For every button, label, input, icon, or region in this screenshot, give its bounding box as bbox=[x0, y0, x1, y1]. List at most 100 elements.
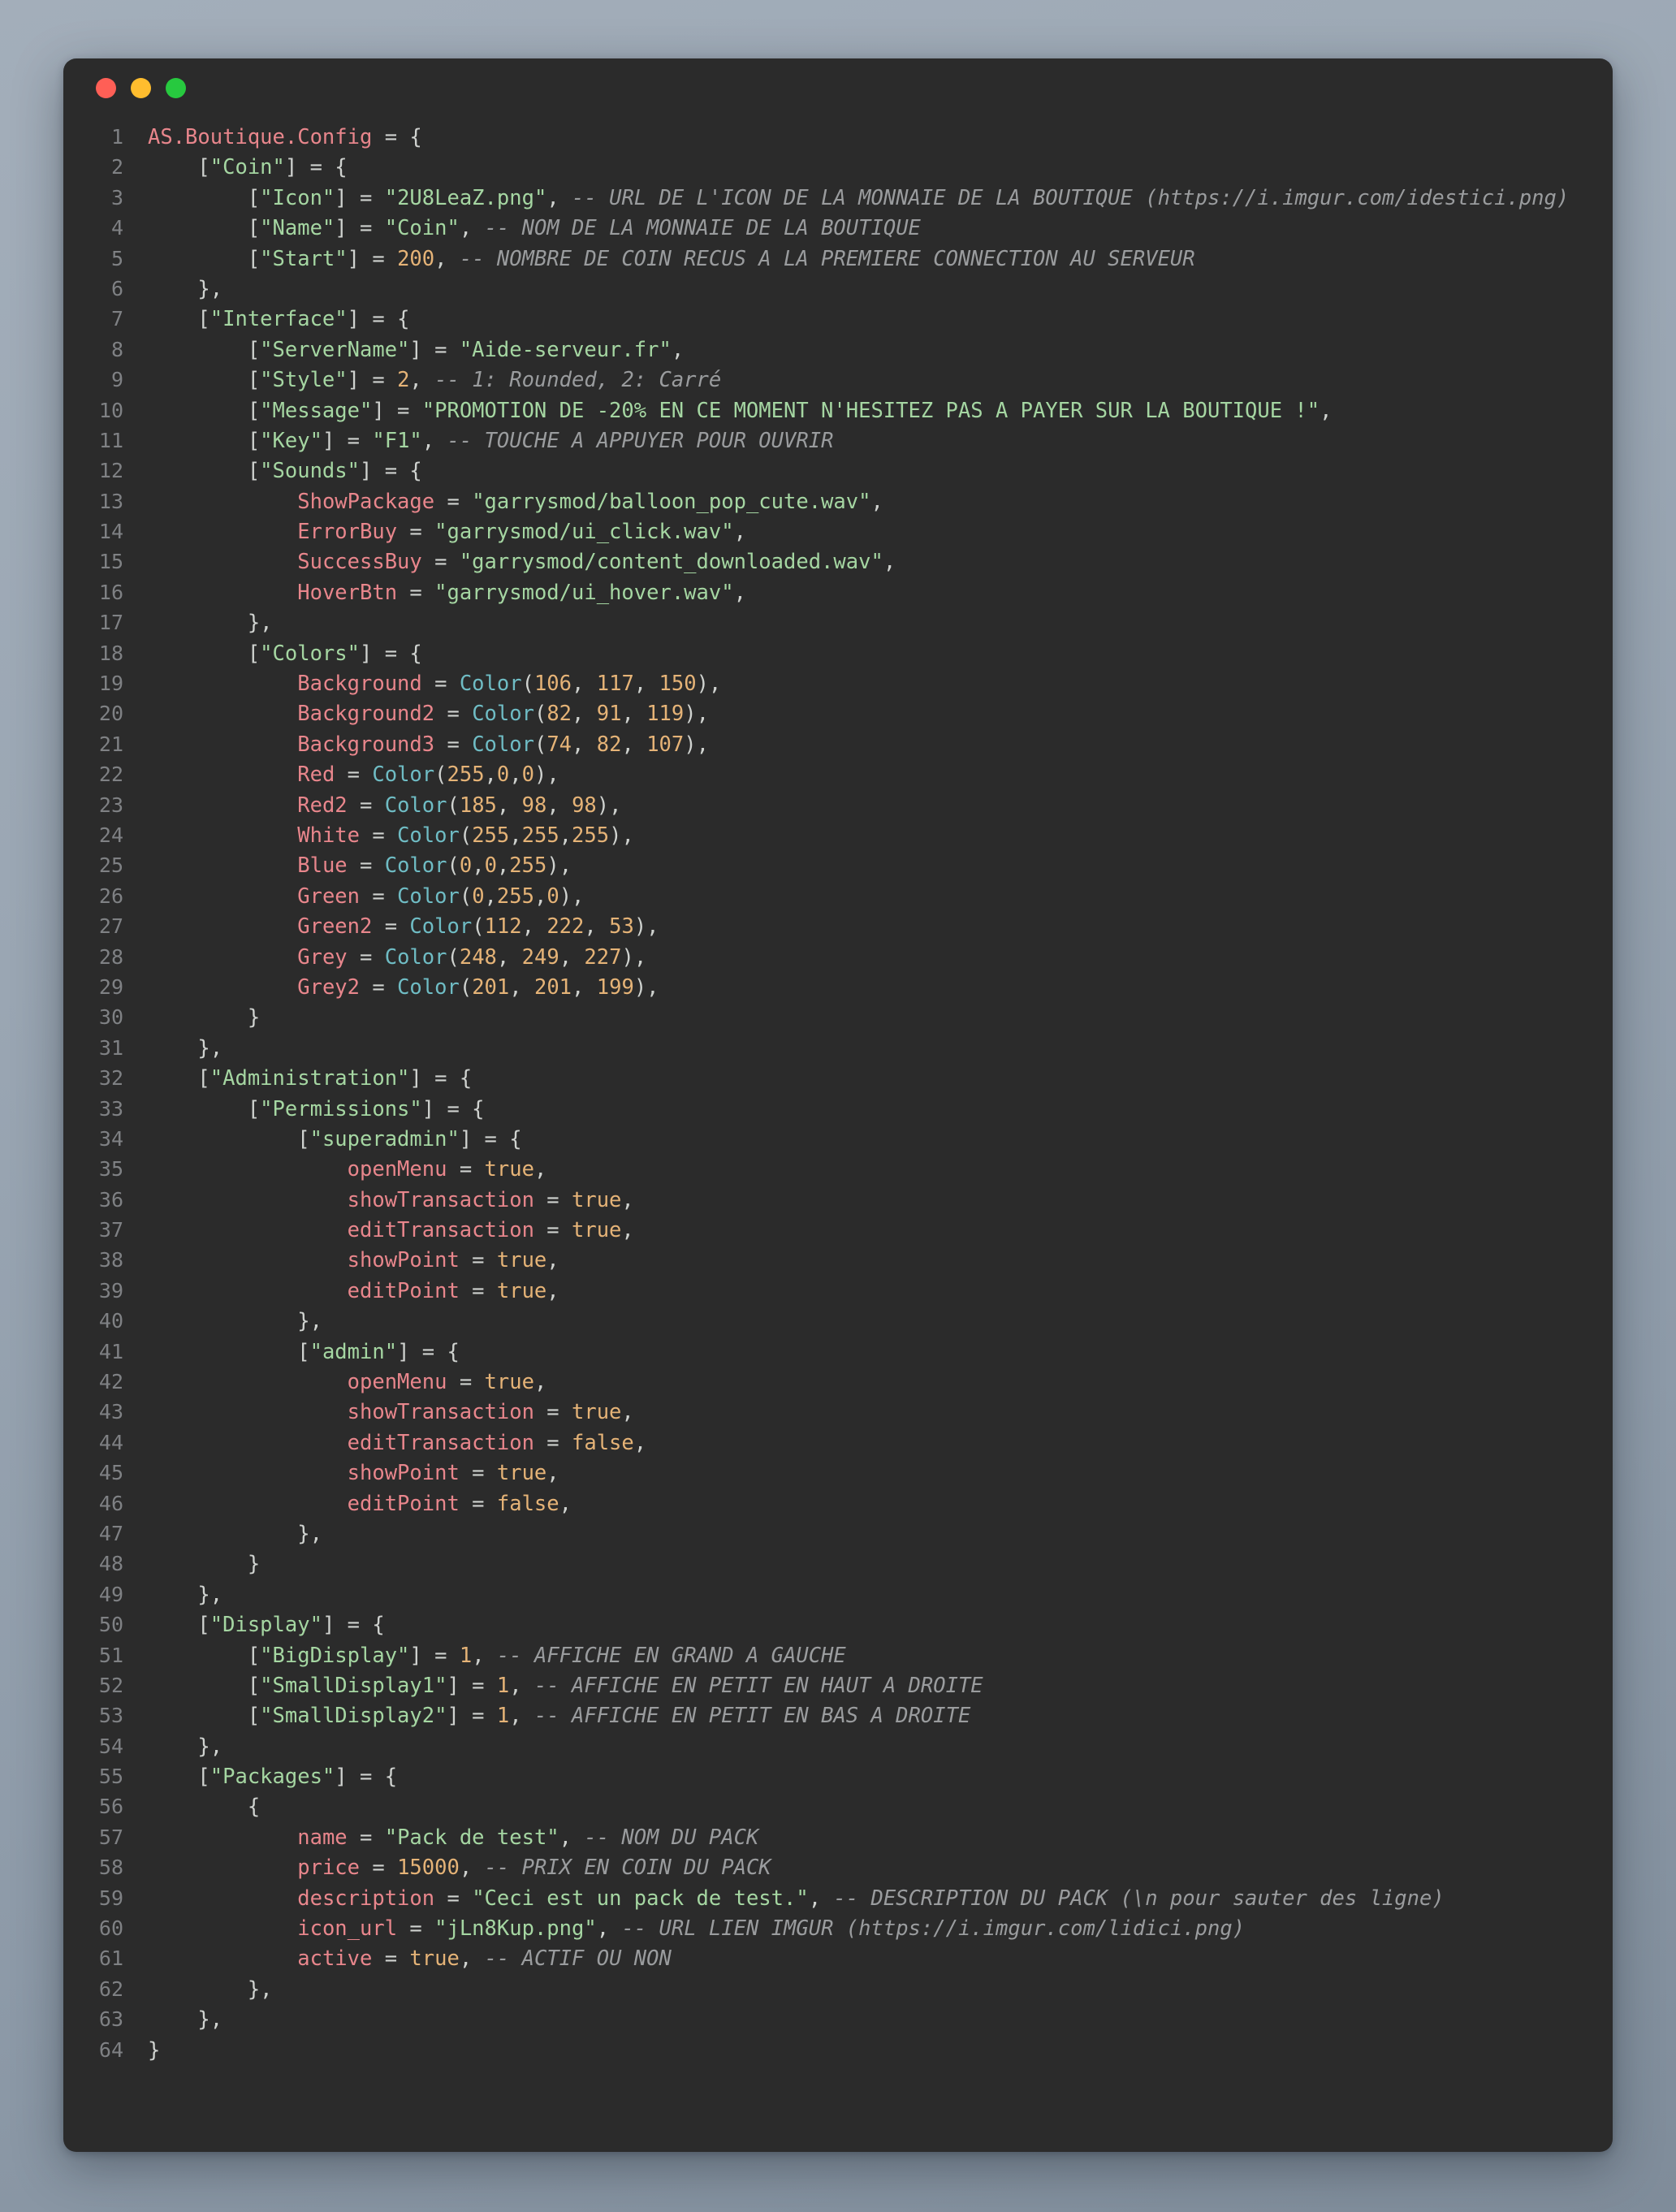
code-line[interactable]: 48 } bbox=[63, 1549, 1613, 1579]
code-line[interactable]: 27 Green2 = Color(112, 222, 53), bbox=[63, 911, 1613, 941]
code-line[interactable]: 59 description = "Ceci est un pack de te… bbox=[63, 1883, 1613, 1913]
token-punc: , bbox=[559, 1825, 585, 1850]
token-num: 117 bbox=[596, 672, 634, 697]
code-line[interactable]: 34 ["superadmin"] = { bbox=[63, 1124, 1613, 1154]
code-line[interactable]: 14 ErrorBuy = "garrysmod/ui_click.wav", bbox=[63, 516, 1613, 547]
maximize-button[interactable] bbox=[166, 78, 186, 98]
code-line[interactable]: 44 editTransaction = false, bbox=[63, 1428, 1613, 1458]
token-punc: , bbox=[509, 1704, 534, 1729]
code-line[interactable]: 52 ["SmallDisplay1"] = 1, -- AFFICHE EN … bbox=[63, 1670, 1613, 1700]
code-line[interactable]: 54 }, bbox=[63, 1731, 1613, 1761]
code-line[interactable]: 41 ["admin"] = { bbox=[63, 1337, 1613, 1367]
code-line[interactable]: 35 openMenu = true, bbox=[63, 1154, 1613, 1184]
code-line[interactable]: 12 ["Sounds"] = { bbox=[63, 456, 1613, 486]
code-line[interactable]: 26 Green = Color(0,255,0), bbox=[63, 881, 1613, 911]
code-content[interactable]: 1 AS.Boutique.Config = {2 ["Coin"] = {3 [… bbox=[63, 122, 1613, 2152]
code-line[interactable]: 16 HoverBtn = "garrysmod/ui_hover.wav", bbox=[63, 577, 1613, 607]
code-line[interactable]: 6 }, bbox=[63, 274, 1613, 304]
code-line[interactable]: 13 ShowPackage = "garrysmod/balloon_pop_… bbox=[63, 486, 1613, 516]
token-punc: , bbox=[808, 1886, 834, 1911]
token-punc: = bbox=[434, 1886, 473, 1911]
code-line[interactable]: 43 showTransaction = true, bbox=[63, 1397, 1613, 1427]
code-line[interactable]: 63 }, bbox=[63, 2004, 1613, 2034]
code-line[interactable]: 19 Background = Color(106, 117, 150), bbox=[63, 668, 1613, 698]
token-bool: true bbox=[496, 1461, 547, 1486]
token-punc: { bbox=[148, 1795, 261, 1820]
code-line[interactable]: 11 ["Key"] = "F1", -- TOUCHE A APPUYER P… bbox=[63, 426, 1613, 456]
code-line[interactable]: 1 AS.Boutique.Config = { bbox=[63, 122, 1613, 152]
token-punc: , bbox=[484, 884, 497, 909]
code-line-text: HoverBtn = "garrysmod/ui_hover.wav", bbox=[123, 578, 1613, 608]
minimize-button[interactable] bbox=[131, 78, 151, 98]
token-com: -- ACTIF OU NON bbox=[484, 1946, 672, 1972]
token-num: 255 bbox=[496, 884, 534, 909]
code-line[interactable]: 8 ["ServerName"] = "Aide-serveur.fr", bbox=[63, 335, 1613, 365]
line-number: 17 bbox=[98, 611, 123, 635]
code-line[interactable]: 57 name = "Pack de test", -- NOM DU PACK bbox=[63, 1822, 1613, 1852]
code-line[interactable]: 30 } bbox=[63, 1002, 1613, 1032]
token-punc: , bbox=[559, 823, 572, 848]
code-line[interactable]: 51 ["BigDisplay"] = 1, -- AFFICHE EN GRA… bbox=[63, 1640, 1613, 1670]
code-line[interactable]: 45 showPoint = true, bbox=[63, 1458, 1613, 1488]
code-line[interactable]: 20 Background2 = Color(82, 91, 119), bbox=[63, 698, 1613, 728]
token-punc: }, bbox=[148, 1582, 223, 1607]
code-line-text: ["Icon"] = "2U8LeaZ.png", -- URL DE L'IC… bbox=[123, 184, 1613, 214]
code-line[interactable]: 32 ["Administration"] = { bbox=[63, 1063, 1613, 1093]
code-line[interactable]: 2 ["Coin"] = { bbox=[63, 152, 1613, 182]
token-punc: }, bbox=[148, 1035, 223, 1061]
code-line[interactable]: 40 }, bbox=[63, 1306, 1613, 1336]
token-ident: editPoint bbox=[347, 1491, 460, 1516]
code-line-text: showTransaction = true, bbox=[123, 1186, 1613, 1216]
code-line[interactable]: 15 SuccessBuy = "garrysmod/content_downl… bbox=[63, 547, 1613, 577]
code-line[interactable]: 29 Grey2 = Color(201, 201, 199), bbox=[63, 972, 1613, 1002]
code-line[interactable]: 49 }, bbox=[63, 1579, 1613, 1609]
token-punc: ] = { bbox=[284, 155, 348, 180]
code-line[interactable]: 33 ["Permissions"] = { bbox=[63, 1094, 1613, 1124]
code-line[interactable]: 18 ["Colors"] = { bbox=[63, 638, 1613, 668]
code-line[interactable]: 36 showTransaction = true, bbox=[63, 1185, 1613, 1215]
line-number: 55 bbox=[98, 1765, 123, 1789]
token-punc: [ bbox=[148, 1704, 261, 1729]
code-line[interactable]: 28 Grey = Color(248, 249, 227), bbox=[63, 942, 1613, 972]
code-line[interactable]: 31 }, bbox=[63, 1033, 1613, 1063]
code-line[interactable]: 10 ["Message"] = "PROMOTION DE -20% EN C… bbox=[63, 395, 1613, 426]
code-line[interactable]: 50 ["Display"] = { bbox=[63, 1609, 1613, 1640]
token-punc: , bbox=[671, 337, 685, 362]
code-line[interactable]: 9 ["Style"] = 2, -- 1: Rounded, 2: Carré bbox=[63, 365, 1613, 395]
close-button[interactable] bbox=[96, 78, 116, 98]
code-line[interactable]: 62 }, bbox=[63, 1974, 1613, 2004]
code-line[interactable]: 47 }, bbox=[63, 1519, 1613, 1549]
code-line[interactable]: 22 Red = Color(255,0,0), bbox=[63, 759, 1613, 789]
token-com: -- TOUCHE A APPUYER POUR OUVRIR bbox=[447, 428, 834, 453]
code-line[interactable]: 4 ["Name"] = "Coin", -- NOM DE LA MONNAI… bbox=[63, 213, 1613, 243]
token-ident: AS.Boutique.Config bbox=[148, 125, 373, 149]
code-line[interactable]: 3 ["Icon"] = "2U8LeaZ.png", -- URL DE L'… bbox=[63, 183, 1613, 213]
code-line[interactable]: 56 { bbox=[63, 1791, 1613, 1821]
token-punc: [ bbox=[148, 246, 261, 271]
line-number: 25 bbox=[98, 853, 123, 878]
code-line[interactable]: 60 icon_url = "jLn8Kup.png", -- URL LIEN… bbox=[63, 1913, 1613, 1943]
code-line[interactable]: 37 editTransaction = true, bbox=[63, 1215, 1613, 1245]
line-number: 45 bbox=[98, 1461, 123, 1485]
code-line[interactable]: 38 showPoint = true, bbox=[63, 1245, 1613, 1275]
code-line[interactable]: 53 ["SmallDisplay2"] = 1, -- AFFICHE EN … bbox=[63, 1700, 1613, 1730]
code-line[interactable]: 5 ["Start"] = 200, -- NOMBRE DE COIN REC… bbox=[63, 244, 1613, 274]
token-punc: , bbox=[509, 763, 522, 788]
code-line[interactable]: 46 editPoint = false, bbox=[63, 1488, 1613, 1519]
code-line[interactable]: 61 active = true, -- ACTIF OU NON bbox=[63, 1943, 1613, 1973]
code-line[interactable]: 39 editPoint = true, bbox=[63, 1276, 1613, 1306]
token-punc bbox=[148, 1825, 297, 1850]
token-punc: = bbox=[459, 1491, 497, 1516]
code-line[interactable]: 7 ["Interface"] = { bbox=[63, 304, 1613, 334]
code-line[interactable]: 21 Background3 = Color(74, 82, 107), bbox=[63, 729, 1613, 759]
code-line[interactable]: 58 price = 15000, -- PRIX EN COIN DU PAC… bbox=[63, 1852, 1613, 1882]
code-line[interactable]: 64} bbox=[63, 2035, 1613, 2065]
code-line[interactable]: 25 Blue = Color(0,0,255), bbox=[63, 850, 1613, 880]
code-line[interactable]: 17 }, bbox=[63, 607, 1613, 637]
token-punc: , bbox=[533, 1370, 547, 1395]
code-line[interactable]: 23 Red2 = Color(185, 98, 98), bbox=[63, 790, 1613, 820]
code-line[interactable]: 42 openMenu = true, bbox=[63, 1367, 1613, 1397]
code-line[interactable]: 24 White = Color(255,255,255), bbox=[63, 820, 1613, 850]
token-num: 150 bbox=[659, 672, 697, 697]
code-line[interactable]: 55 ["Packages"] = { bbox=[63, 1761, 1613, 1791]
